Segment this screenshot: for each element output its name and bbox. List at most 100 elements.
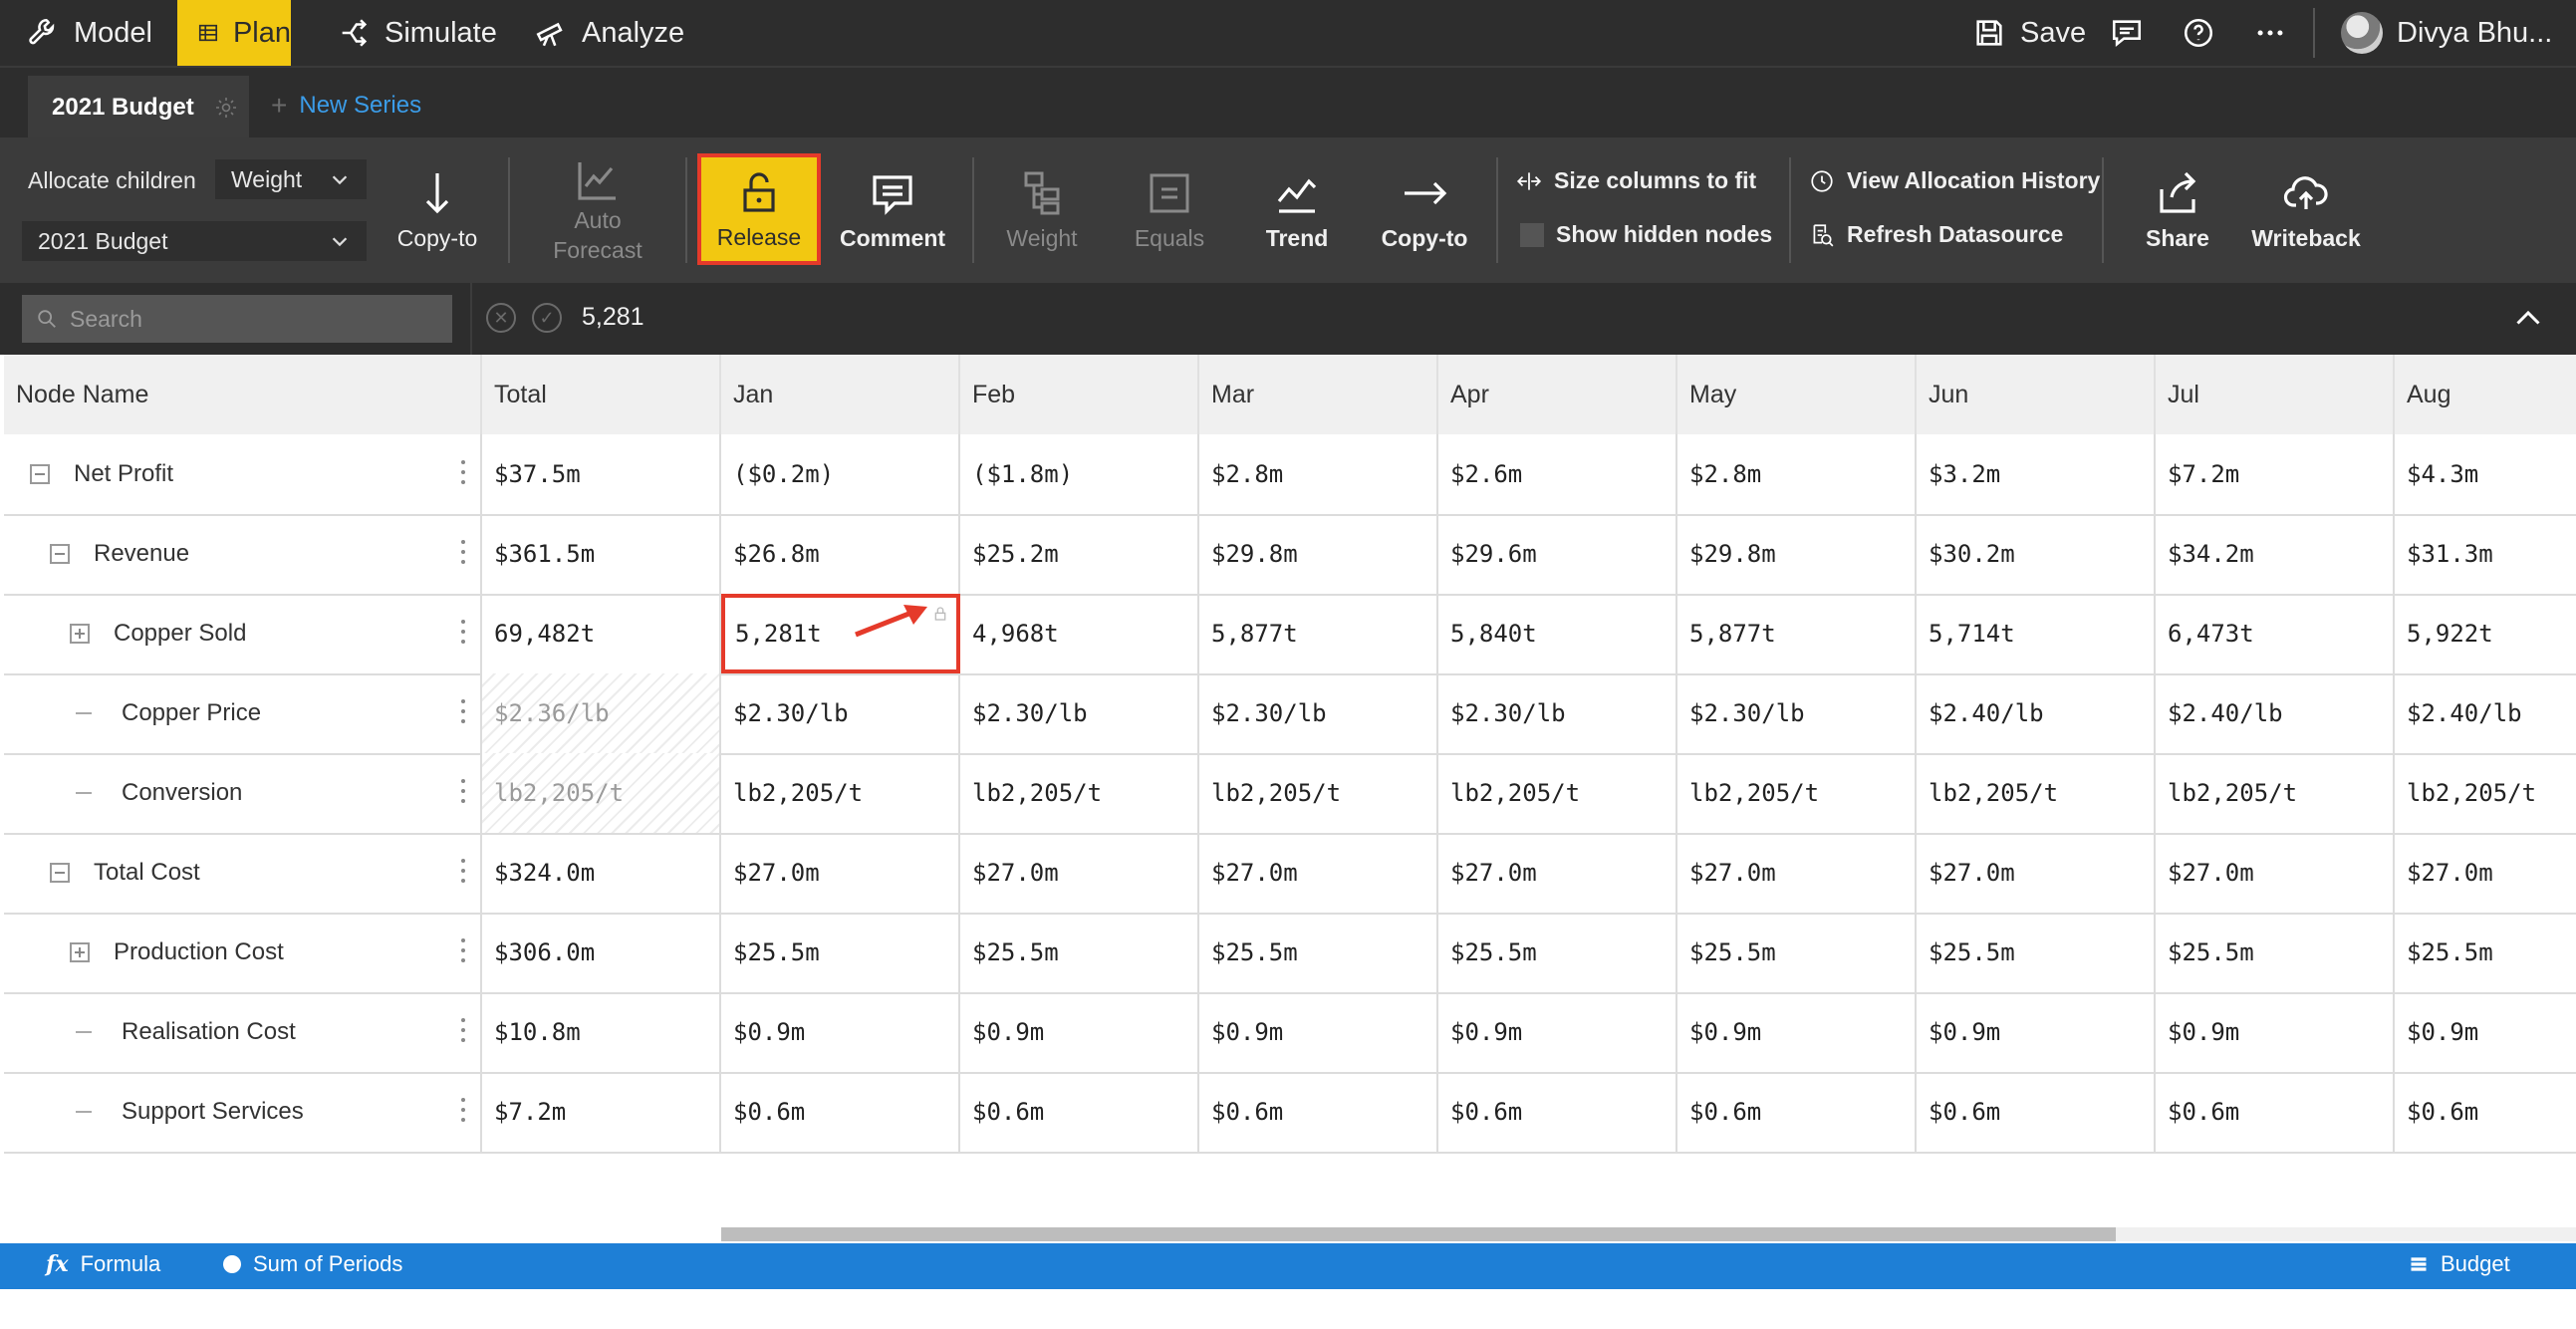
month-cell[interactable]: $0.6m — [960, 1072, 1199, 1152]
month-cell[interactable]: $29.8m — [1677, 514, 1917, 594]
month-cell[interactable]: $26.8m — [721, 514, 960, 594]
month-cell[interactable]: 5,877t — [1677, 594, 1917, 673]
month-cell[interactable]: $0.6m — [1917, 1072, 2156, 1152]
share-button[interactable]: Share — [2122, 137, 2233, 283]
month-cell[interactable]: $2.30/lb — [1438, 673, 1677, 753]
month-cell[interactable]: $7.2m — [2156, 434, 2395, 514]
row-menu-icon[interactable] — [460, 1098, 466, 1126]
month-cell[interactable]: $25.5m — [1438, 913, 1677, 992]
col-header-jun[interactable]: Jun — [1917, 355, 2156, 434]
formula-value[interactable]: 5,281 — [582, 303, 644, 332]
checkbox[interactable] — [1520, 222, 1544, 247]
node-name-cell[interactable]: Conversion — [4, 753, 482, 833]
month-cell[interactable]: $0.9m — [2395, 992, 2576, 1072]
equals-button[interactable]: Equals — [1114, 137, 1225, 283]
formula-toggle[interactable]: fx Formula — [46, 1251, 160, 1277]
col-header-total[interactable]: Total — [482, 355, 721, 434]
month-cell[interactable]: $25.5m — [1917, 913, 2156, 992]
month-cell[interactable]: ($1.8m) — [960, 434, 1199, 514]
nav-plan[interactable]: Plan — [177, 0, 291, 66]
month-cell[interactable]: $0.9m — [1438, 992, 1677, 1072]
month-cell[interactable]: lb2,205/t — [2156, 753, 2395, 833]
month-cell[interactable]: ($0.2m) — [721, 434, 960, 514]
new-series-button[interactable]: + New Series — [271, 90, 421, 122]
row-menu-icon[interactable] — [460, 620, 466, 648]
month-cell[interactable]: lb2,205/t — [1917, 753, 2156, 833]
col-header-aug[interactable]: Aug — [2395, 355, 2576, 434]
month-cell[interactable]: $0.6m — [721, 1072, 960, 1152]
show-hidden-nodes-toggle[interactable]: Show hidden nodes — [1520, 221, 1772, 248]
row-menu-icon[interactable] — [460, 938, 466, 966]
total-cell[interactable]: $10.8m — [482, 992, 721, 1072]
month-cell[interactable]: 6,473t — [2156, 594, 2395, 673]
col-header-jan[interactable]: Jan — [721, 355, 960, 434]
weight-button[interactable]: Weight — [986, 137, 1098, 283]
collapse-icon[interactable] — [50, 544, 70, 564]
total-cell[interactable]: 69,482t — [482, 594, 721, 673]
month-cell[interactable]: 5,922t — [2395, 594, 2576, 673]
month-cell[interactable]: $0.9m — [1199, 992, 1438, 1072]
month-cell[interactable]: $2.30/lb — [960, 673, 1199, 753]
comment-button[interactable]: Comment — [833, 137, 952, 283]
month-cell[interactable]: $2.30/lb — [721, 673, 960, 753]
month-cell[interactable]: $0.6m — [1677, 1072, 1917, 1152]
cancel-icon[interactable]: ✕ — [486, 303, 516, 333]
node-name-cell[interactable]: Total Cost — [4, 833, 482, 913]
month-cell[interactable]: $27.0m — [960, 833, 1199, 913]
month-cell[interactable]: $0.6m — [1199, 1072, 1438, 1152]
month-cell[interactable]: $30.2m — [1917, 514, 2156, 594]
month-cell[interactable]: $25.5m — [2395, 913, 2576, 992]
month-cell[interactable]: lb2,205/t — [721, 753, 960, 833]
month-cell[interactable]: $2.30/lb — [1199, 673, 1438, 753]
row-menu-icon[interactable] — [460, 1018, 466, 1046]
total-cell[interactable]: $2.36/lb — [482, 673, 721, 753]
nav-analyze[interactable]: Analyze — [534, 0, 684, 66]
size-columns-button[interactable]: Size columns to fit — [1516, 167, 1756, 194]
series-dropdown[interactable]: 2021 Budget — [22, 221, 367, 261]
month-cell[interactable]: $27.0m — [2156, 833, 2395, 913]
month-cell[interactable]: $0.6m — [1438, 1072, 1677, 1152]
node-name-cell[interactable]: Net Profit — [4, 434, 482, 514]
node-name-cell[interactable]: Production Cost — [4, 913, 482, 992]
sum-of-periods-toggle[interactable]: Sum of Periods — [223, 1251, 402, 1277]
month-cell[interactable]: $29.8m — [1199, 514, 1438, 594]
row-menu-icon[interactable] — [460, 699, 466, 727]
month-cell[interactable]: $34.2m — [2156, 514, 2395, 594]
month-cell[interactable]: $0.6m — [2395, 1072, 2576, 1152]
month-cell[interactable]: $25.5m — [721, 913, 960, 992]
month-cell[interactable]: $27.0m — [1438, 833, 1677, 913]
col-header-may[interactable]: May — [1677, 355, 1917, 434]
node-name-cell[interactable]: Revenue — [4, 514, 482, 594]
month-cell[interactable]: $0.9m — [2156, 992, 2395, 1072]
month-cell[interactable]: $0.9m — [960, 992, 1199, 1072]
month-cell[interactable]: $27.0m — [1199, 833, 1438, 913]
trend-button[interactable]: Trend — [1241, 137, 1353, 283]
month-cell[interactable]: $27.0m — [1677, 833, 1917, 913]
month-cell[interactable]: lb2,205/t — [1677, 753, 1917, 833]
month-cell[interactable]: lb2,205/t — [2395, 753, 2576, 833]
month-cell[interactable]: $2.6m — [1438, 434, 1677, 514]
total-cell[interactable]: $324.0m — [482, 833, 721, 913]
col-header-node-name[interactable]: Node Name — [4, 355, 482, 434]
node-name-cell[interactable]: Realisation Cost — [4, 992, 482, 1072]
col-header-feb[interactable]: Feb — [960, 355, 1199, 434]
confirm-icon[interactable]: ✓ — [532, 303, 562, 333]
total-cell[interactable]: $37.5m — [482, 434, 721, 514]
month-cell[interactable]: $2.40/lb — [1917, 673, 2156, 753]
month-cell[interactable]: $25.5m — [2156, 913, 2395, 992]
tab-2021-budget[interactable]: 2021 Budget — [28, 76, 249, 139]
writeback-button[interactable]: Writeback — [2241, 137, 2371, 283]
row-menu-icon[interactable] — [460, 540, 466, 568]
user-menu[interactable]: Divya Bhu... — [2341, 0, 2552, 66]
col-header-apr[interactable]: Apr — [1438, 355, 1677, 434]
month-cell[interactable]: 5,714t — [1917, 594, 2156, 673]
release-button[interactable]: Release — [697, 153, 821, 265]
row-menu-icon[interactable] — [460, 859, 466, 887]
month-cell[interactable]: $4.3m — [2395, 434, 2576, 514]
node-name-cell[interactable]: Copper Price — [4, 673, 482, 753]
total-cell[interactable]: $361.5m — [482, 514, 721, 594]
save-button[interactable]: Save — [1972, 0, 2086, 66]
gear-icon[interactable] — [214, 96, 238, 120]
month-cell[interactable]: $27.0m — [721, 833, 960, 913]
horizontal-scrollbar[interactable] — [721, 1227, 2116, 1241]
